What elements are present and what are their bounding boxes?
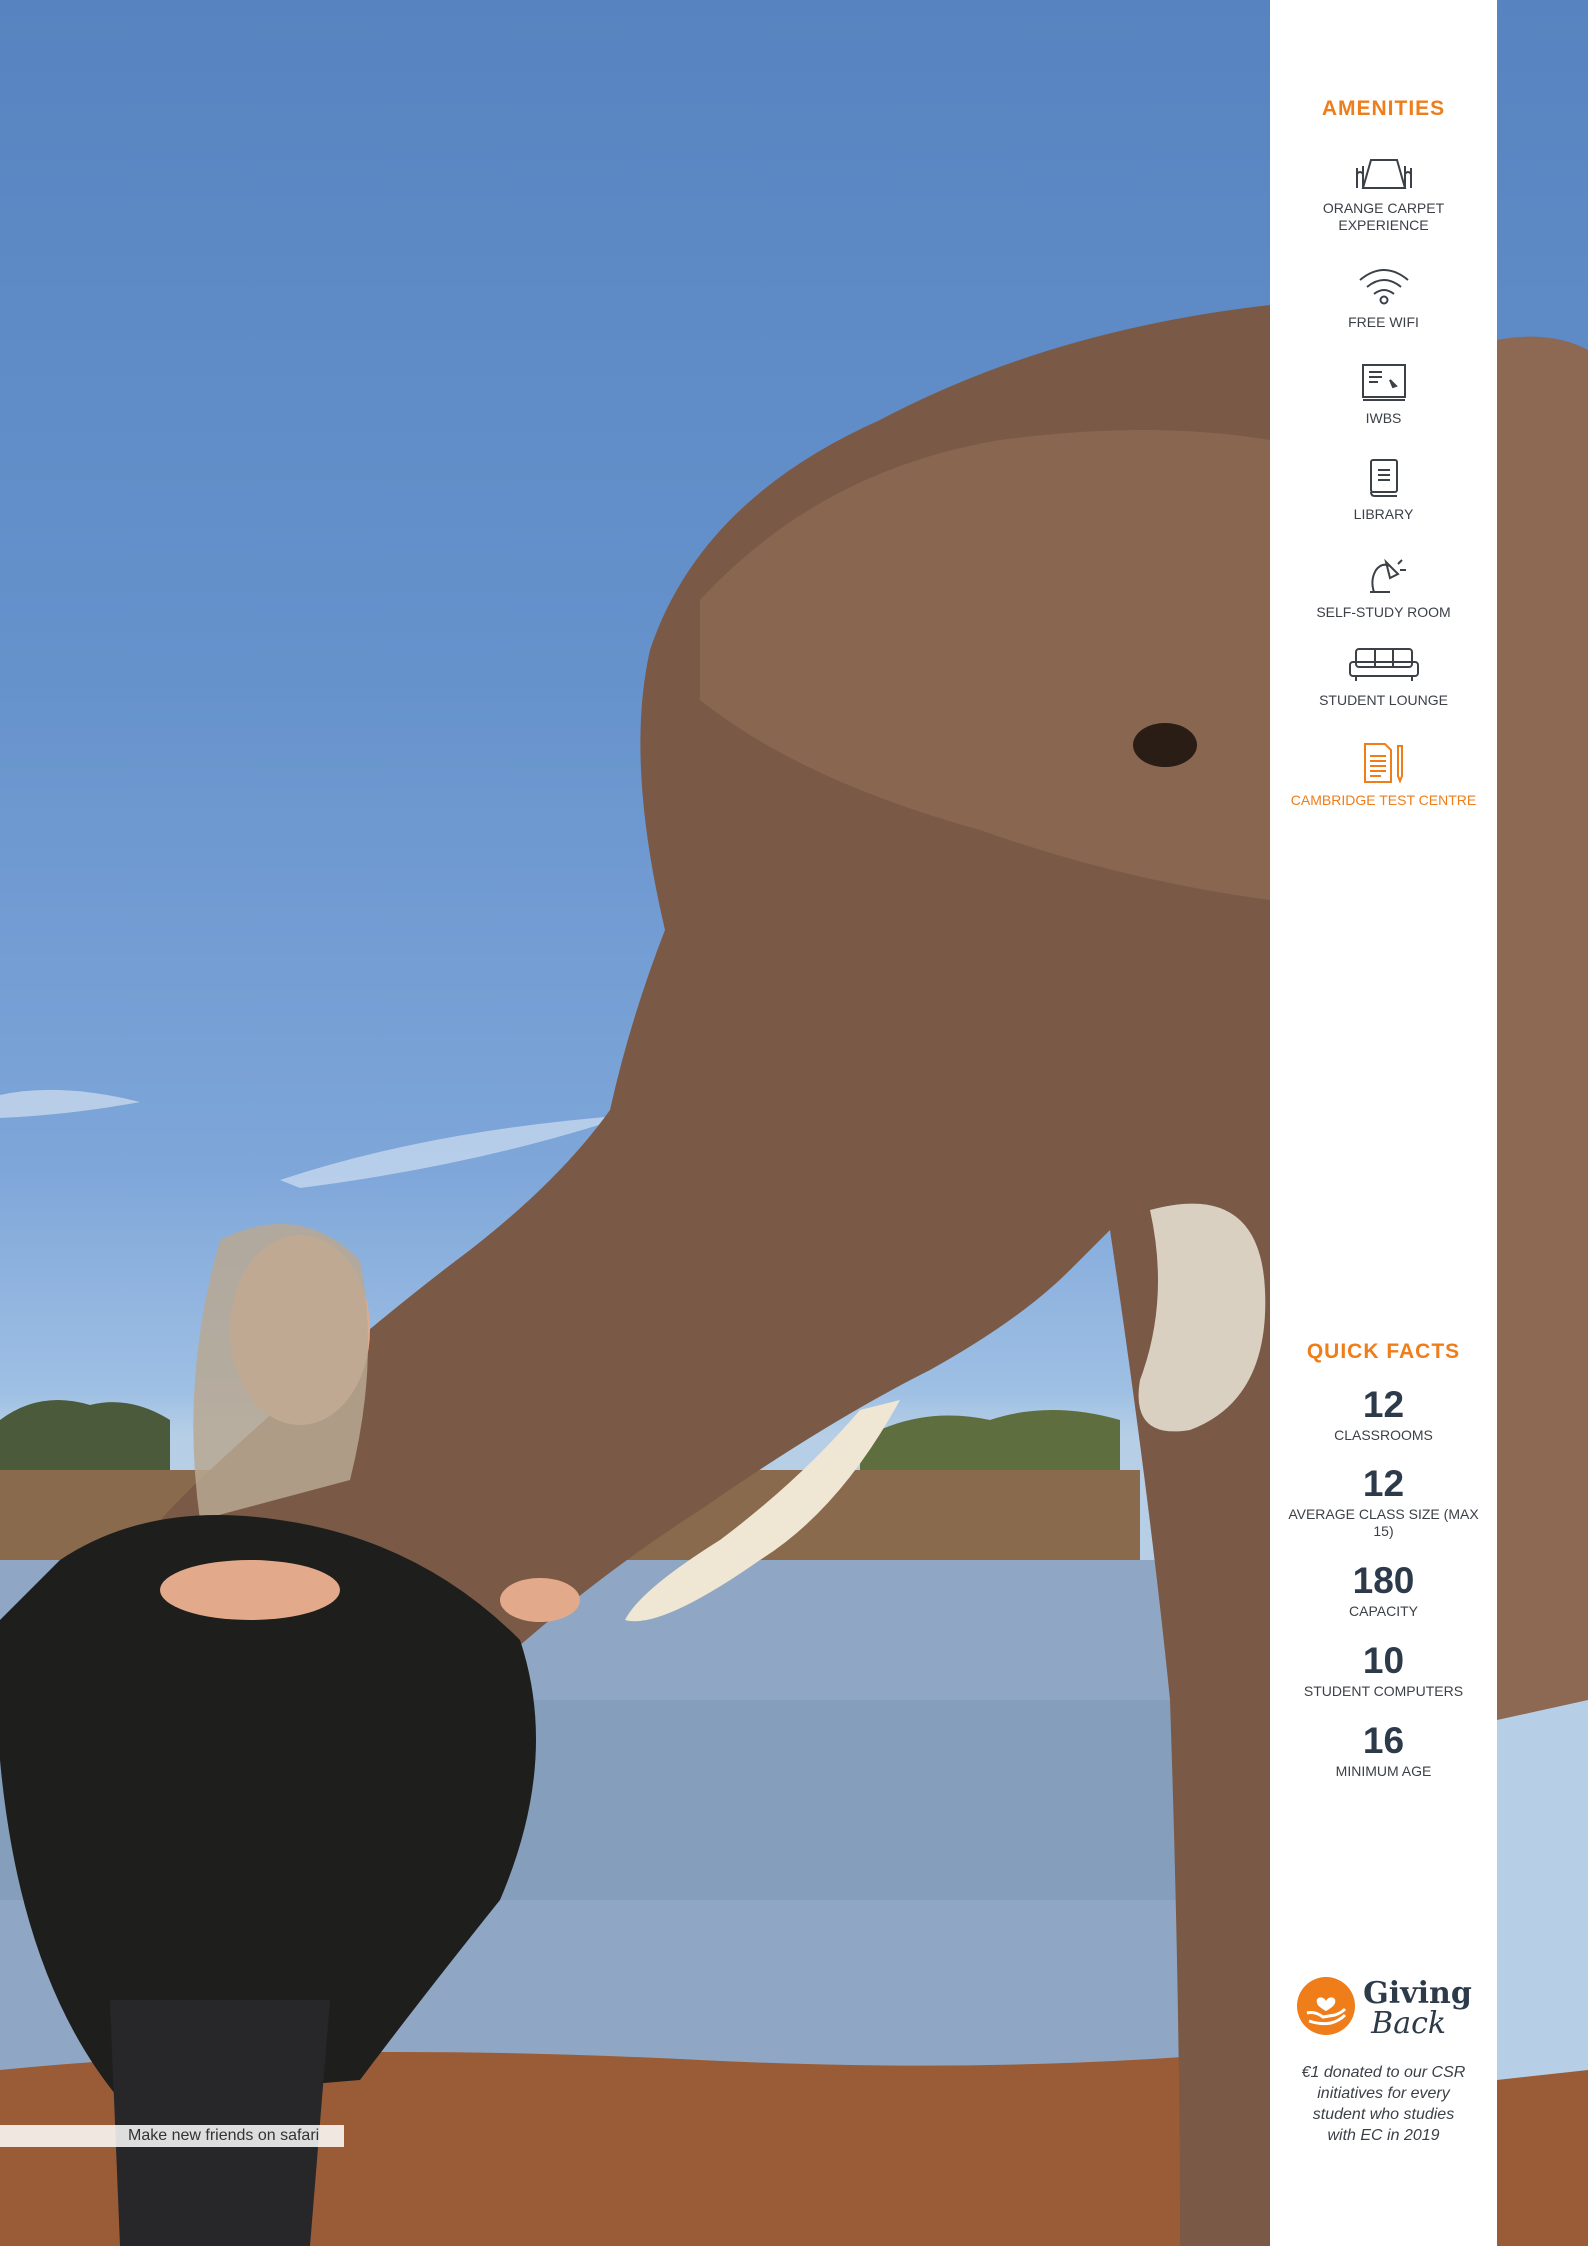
back-word: Back	[1371, 2005, 1447, 2041]
whiteboard-icon	[1360, 362, 1408, 402]
heart-hand-icon	[1295, 1975, 1357, 2042]
giving-word: Giving	[1363, 1975, 1472, 2011]
wifi-icon	[1358, 266, 1410, 306]
amenity-student-lounge: STUDENT LOUNGE	[1270, 646, 1497, 709]
book-icon	[1366, 458, 1402, 498]
fact-label: AVERAGE CLASS SIZE (MAX 15)	[1288, 1506, 1479, 1539]
fact-label: CAPACITY	[1349, 1603, 1418, 1619]
desk-lamp-icon	[1360, 556, 1408, 596]
photo-caption: Make new friends on safari	[0, 2125, 344, 2147]
fact-value: 12	[1362, 1463, 1405, 1504]
amenity-iwbs: IWBS	[1270, 362, 1497, 427]
test-document-icon	[1361, 742, 1407, 784]
amenity-label: IWBS	[1365, 410, 1402, 426]
fact-average-class-size: 12 AVERAGE CLASS SIZE (MAX 15)	[1270, 1464, 1497, 1540]
giving-back-logo: Giving Back	[1270, 1975, 1497, 2042]
fact-student-computers: 10 STUDENT COMPUTERS	[1270, 1641, 1497, 1700]
fact-value: 12	[1362, 1384, 1405, 1425]
amenity-label: CAMBRIDGE TEST CENTRE	[1290, 792, 1477, 808]
fact-capacity: 180 CAPACITY	[1270, 1561, 1497, 1620]
amenity-self-study-room: SELF-STUDY ROOM	[1270, 556, 1497, 621]
amenity-library: LIBRARY	[1270, 458, 1497, 523]
fact-minimum-age: 16 MINIMUM AGE	[1270, 1721, 1497, 1780]
orange-carpet-icon	[1353, 152, 1415, 192]
amenity-free-wifi: FREE WIFI	[1270, 266, 1497, 331]
amenity-label: FREE WIFI	[1348, 314, 1419, 330]
fact-value: 180	[1352, 1560, 1415, 1601]
amenities-title: AMENITIES	[1321, 97, 1446, 120]
fact-classrooms: 12 CLASSROOMS	[1270, 1385, 1497, 1444]
giving-back-note: €1 donated to our CSR initiatives for ev…	[1301, 2064, 1466, 2144]
quick-facts-title: QUICK FACTS	[1306, 1340, 1461, 1363]
amenity-label: STUDENT LOUNGE	[1319, 692, 1448, 708]
amenity-cambridge-test-centre: CAMBRIDGE TEST CENTRE	[1270, 742, 1497, 809]
fact-label: STUDENT COMPUTERS	[1303, 1683, 1464, 1699]
sofa-icon	[1348, 646, 1420, 684]
amenity-label: LIBRARY	[1353, 506, 1414, 522]
amenity-label: SELF-STUDY ROOM	[1316, 604, 1451, 620]
fact-value: 10	[1362, 1640, 1405, 1681]
fact-label: MINIMUM AGE	[1335, 1763, 1432, 1779]
fact-value: 16	[1362, 1720, 1405, 1761]
info-sidebar: AMENITIES ORANGE CARPET EXPERIENCE FREE …	[1270, 0, 1497, 2246]
amenity-label: ORANGE CARPET EXPERIENCE	[1322, 200, 1445, 233]
amenity-orange-carpet: ORANGE CARPET EXPERIENCE	[1270, 152, 1497, 234]
fact-label: CLASSROOMS	[1334, 1427, 1433, 1443]
